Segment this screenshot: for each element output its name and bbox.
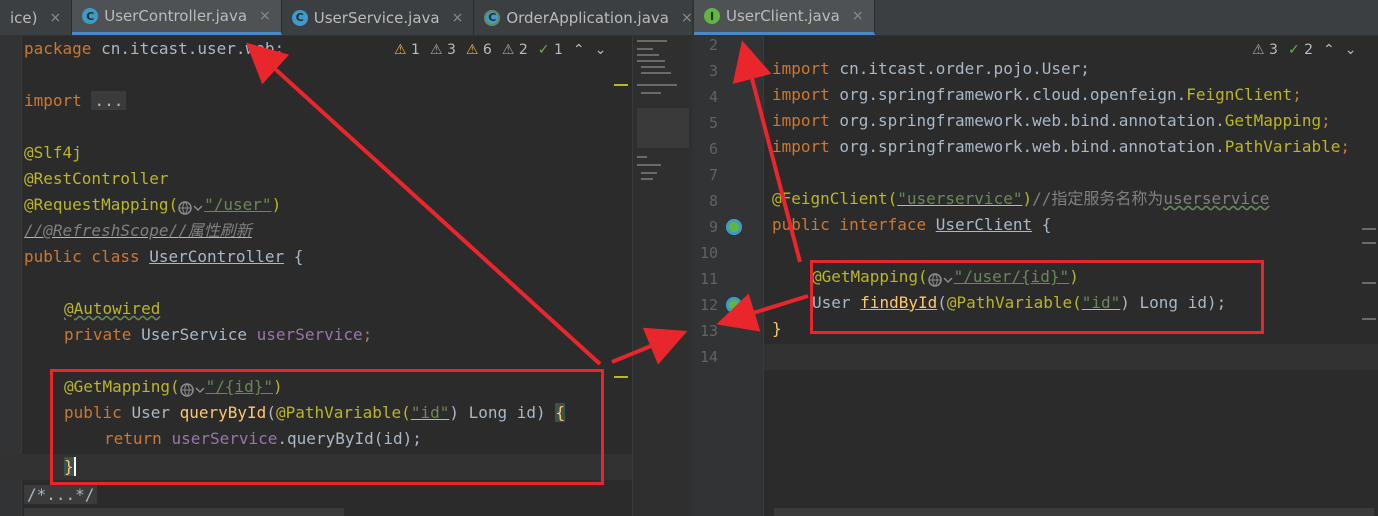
- arrow-to-line-13: [716, 293, 809, 332]
- arrow-to-package: [246, 42, 602, 366]
- annotation-arrows: [246, 40, 809, 366]
- arrow-to-right-pane: [611, 327, 688, 365]
- arrow-to-line-2: [732, 40, 802, 263]
